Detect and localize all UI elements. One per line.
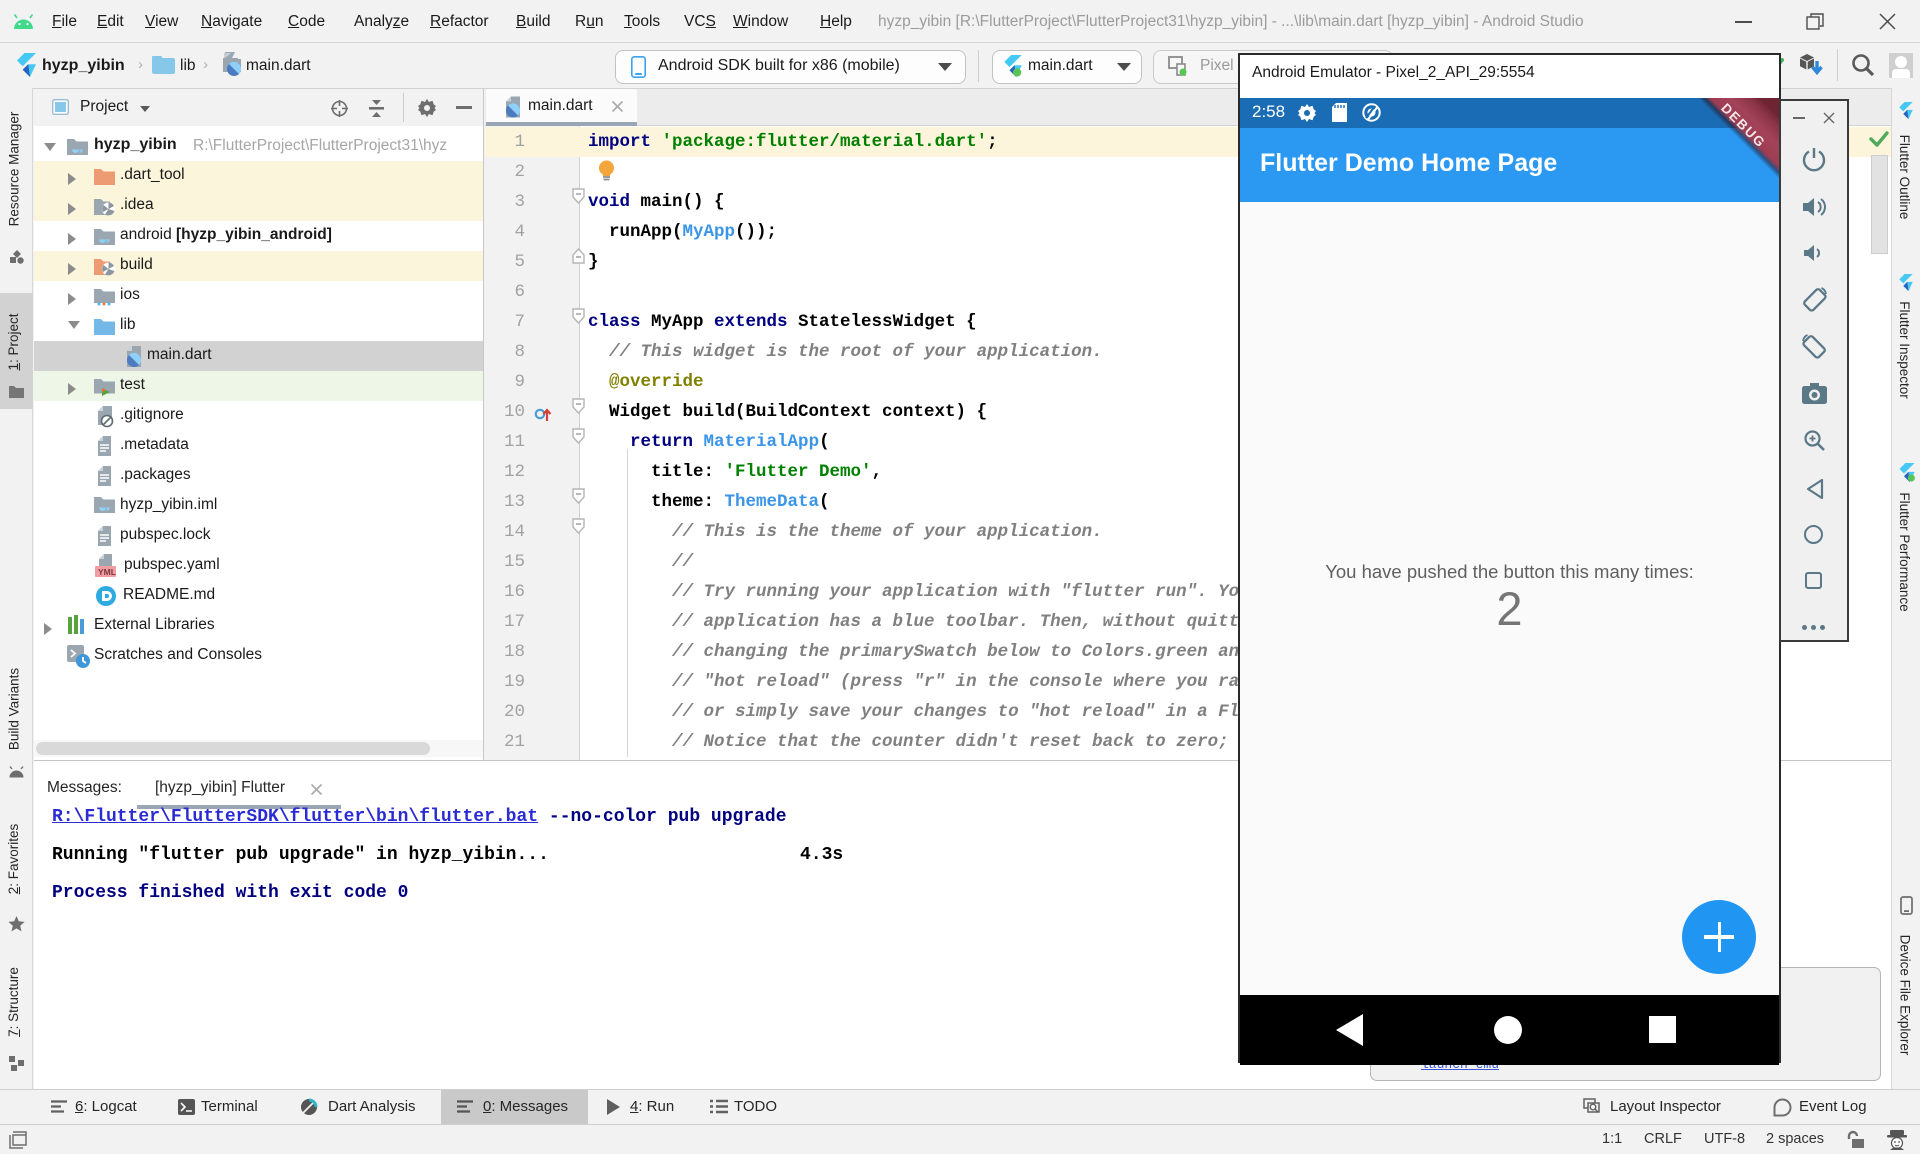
svg-text:YML: YML [98,567,116,577]
